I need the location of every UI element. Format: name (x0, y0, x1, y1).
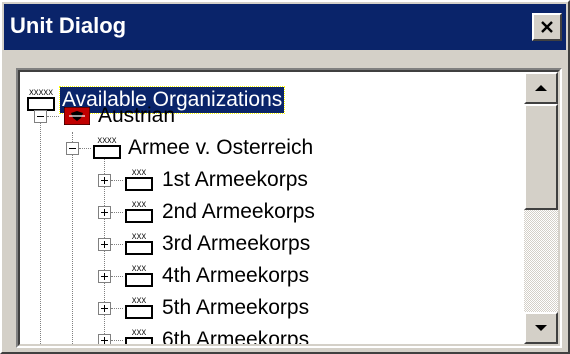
tree-node-label: 4th Armeekorps (162, 264, 310, 287)
tree-line (111, 180, 123, 181)
tree-line (40, 116, 41, 344)
tree-line (47, 116, 59, 117)
tree-node-austrian[interactable]: Austrian (64, 100, 177, 132)
tree-line (111, 244, 123, 245)
unit-symbol-icon: XXX (125, 297, 153, 319)
arrow-up-icon (535, 85, 547, 91)
tree-node-label: 5th Armeekorps (162, 296, 310, 319)
tree-node-label: Austrian (98, 104, 176, 127)
svg-text:XXX: XXX (132, 265, 147, 274)
arrow-down-icon (535, 325, 547, 331)
collapse-toggle[interactable] (34, 110, 47, 123)
tree-node-corps[interactable]: XXX 4th Armeekorps (124, 260, 311, 292)
tree-node-label: 2nd Armeekorps (162, 200, 315, 223)
tree-line (111, 340, 123, 341)
tree-node-corps[interactable]: XXX 1st Armeekorps (124, 164, 310, 196)
unit-symbol-icon: XXX (125, 329, 153, 344)
tree-node-label: 3rd Armeekorps (162, 232, 311, 255)
svg-text:XXXXX: XXXXX (29, 89, 53, 98)
tree-node-corps[interactable]: XXX 5th Armeekorps (124, 292, 311, 324)
expand-toggle[interactable] (98, 174, 111, 187)
close-button[interactable] (532, 13, 562, 41)
expand-toggle[interactable] (98, 302, 111, 315)
svg-text:XXX: XXX (132, 297, 147, 306)
organization-tree-frame: XXXXX Available Organizations Austrian X… (16, 68, 562, 348)
expand-toggle[interactable] (98, 238, 111, 251)
unit-symbol-icon: XXXX (93, 137, 121, 159)
tree-line (79, 148, 91, 149)
window-title: Unit Dialog (10, 13, 127, 38)
tree-node-label: 1st Armeekorps (162, 168, 308, 191)
close-icon (541, 21, 553, 33)
unit-symbol-icon: XXXXX (27, 89, 55, 111)
svg-text:XXX: XXX (132, 201, 147, 210)
unit-symbol-icon: XXX (125, 169, 153, 191)
tree-node-label: Armee v. Osterreich (128, 136, 314, 159)
vertical-scrollbar[interactable] (524, 72, 558, 344)
scroll-down-button[interactable] (524, 312, 558, 344)
expand-toggle[interactable] (98, 270, 111, 283)
austrian-flag-icon (64, 107, 90, 125)
tree-line (111, 212, 123, 213)
expand-toggle[interactable] (98, 206, 111, 219)
tree-node-corps[interactable]: XXX 6th Armeekorps (124, 324, 311, 344)
tree-content: XXXXX Available Organizations Austrian X… (20, 72, 518, 344)
scroll-up-button[interactable] (524, 72, 558, 104)
svg-text:XXX: XXX (132, 329, 147, 338)
tree-node-army[interactable]: XXXX Armee v. Osterreich (92, 132, 315, 164)
scroll-thumb[interactable] (524, 104, 558, 210)
unit-symbol-icon: XXX (125, 201, 153, 223)
tree-line (111, 308, 123, 309)
tree-line (111, 276, 123, 277)
unit-symbol-icon: XXX (125, 233, 153, 255)
unit-dialog-window: Unit Dialog XXXXX Available Organization… (0, 0, 570, 354)
tree-node-label: 6th Armeekorps (162, 328, 310, 344)
svg-text:XXX: XXX (132, 233, 147, 242)
tree-node-corps[interactable]: XXX 2nd Armeekorps (124, 196, 317, 228)
svg-text:XXX: XXX (132, 169, 147, 178)
unit-symbol-icon: XXX (125, 265, 153, 287)
svg-text:XXXX: XXXX (97, 137, 116, 146)
tree-line (72, 132, 73, 344)
dialog-client-area: XXXXX Available Organizations Austrian X… (4, 50, 566, 350)
organization-tree[interactable]: XXXXX Available Organizations Austrian X… (18, 70, 560, 346)
title-bar[interactable]: Unit Dialog (4, 4, 566, 50)
collapse-toggle[interactable] (66, 142, 79, 155)
expand-toggle[interactable] (98, 334, 111, 344)
tree-node-corps[interactable]: XXX 3rd Armeekorps (124, 228, 312, 260)
